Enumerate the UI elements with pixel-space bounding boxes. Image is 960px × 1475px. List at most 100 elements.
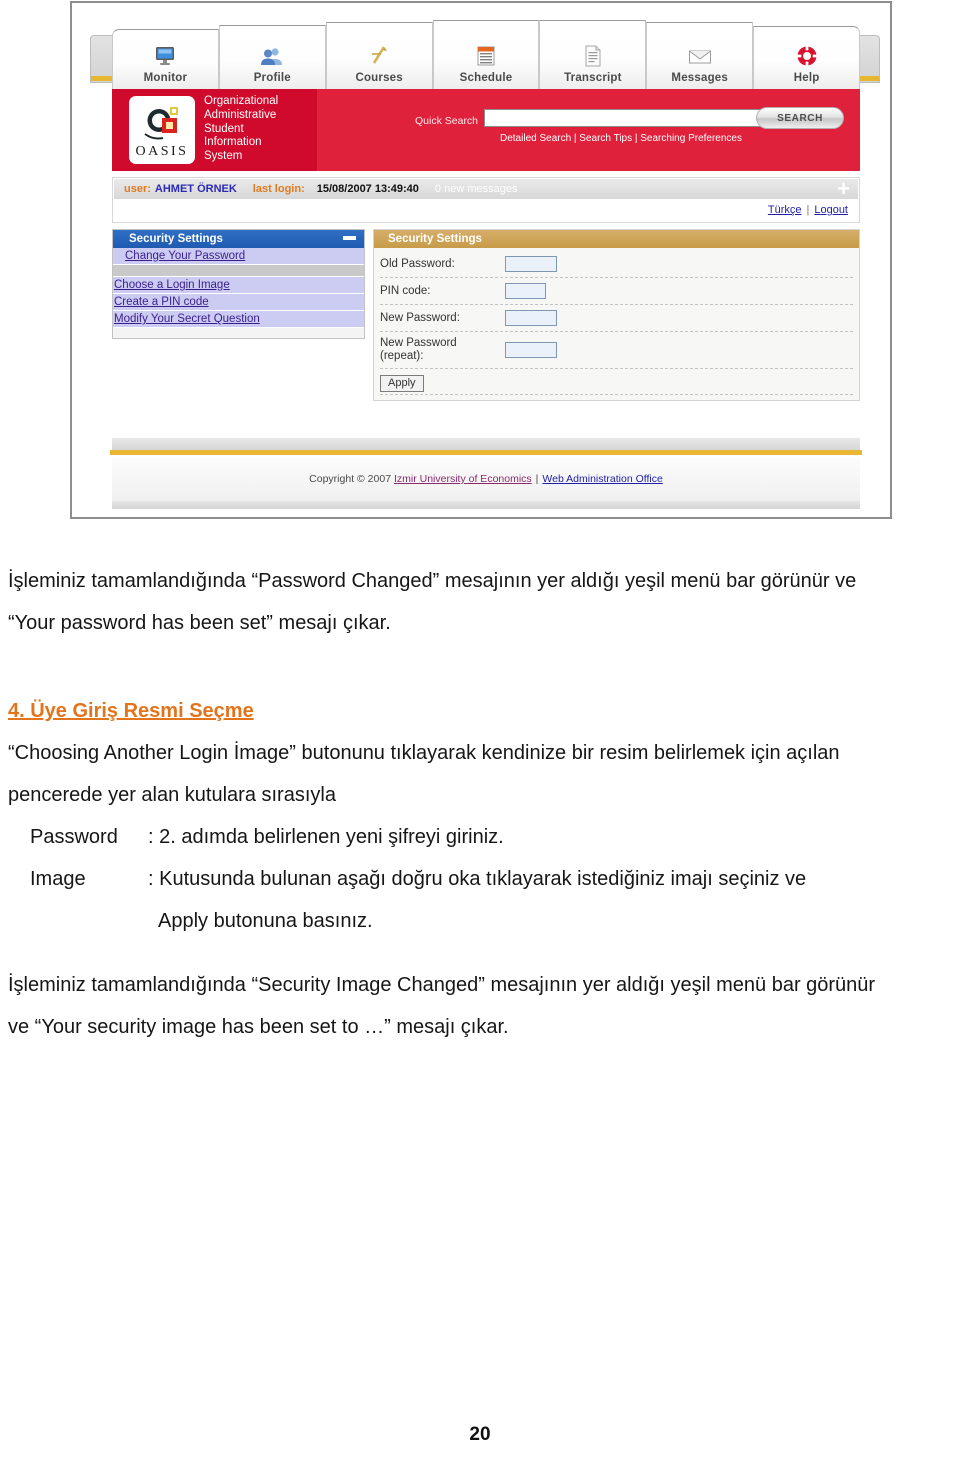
tab-label: Profile (253, 72, 291, 84)
paragraph-password-changed-line1: İşleminiz tamamlandığında “Password Chan… (8, 570, 857, 592)
section-heading-4: 4. Üye Giriş Resmi Seçme (8, 700, 254, 722)
user-name: AHMET ÖRNEK (154, 183, 237, 195)
definition-row-image-cont: Apply butonuna basınız. (8, 900, 952, 942)
envelope-icon (688, 42, 712, 70)
paragraph-security-image-changed-line1: İşleminiz tamamlandığında “Security Imag… (8, 974, 876, 996)
footer-top-strip (112, 438, 860, 450)
pen-icon (368, 42, 390, 70)
definition-key: Password (30, 826, 118, 848)
tab-messages[interactable]: Messages (646, 22, 754, 89)
pin-code-input[interactable] (505, 283, 546, 299)
menu-link[interactable]: Modify Your Secret Question (114, 313, 260, 325)
user-info-row: user: AHMET ÖRNEK last login: 15/08/2007… (114, 178, 858, 200)
user-info-bar: user: AHMET ÖRNEK last login: 15/08/2007… (112, 177, 860, 223)
menu-item-modify-secret-question[interactable]: Modify Your Secret Question (113, 311, 364, 328)
old-password-input[interactable] (505, 256, 557, 272)
tab-label: Messages (671, 72, 729, 84)
menu-link[interactable]: Create a PIN code (114, 296, 209, 308)
language-link[interactable]: Türkçe (768, 204, 802, 216)
menu-divider-row (113, 265, 364, 277)
brand-header-band: OASIS Organizational Administrative Stud… (112, 89, 860, 171)
tab-help[interactable]: Help (753, 26, 861, 89)
paragraph-choose-image-line1: “Choosing Another Login İmage” butonunu … (8, 742, 840, 764)
university-link[interactable]: Izmir University of Economics (394, 473, 532, 485)
field-label: PIN code: (380, 284, 431, 297)
logout-link[interactable]: Logout (814, 204, 848, 216)
page-number: 20 (469, 1424, 491, 1445)
action-separator: | (806, 204, 810, 216)
definition-key: Image (30, 868, 86, 890)
tab-courses[interactable]: Courses (325, 22, 433, 89)
web-admin-office-link[interactable]: Web Administration Office (542, 473, 662, 485)
quick-search-label: Quick Search (415, 115, 479, 127)
form-row-old-password: Old Password: (380, 251, 853, 278)
copyright-text: Copyright © 2007 (309, 473, 392, 485)
security-form: Old Password: PIN code: New Password: Ne… (374, 248, 859, 400)
definition-row-image: Image : Kutusunda bulunan aşağı doğru ok… (8, 858, 952, 900)
tab-label: Monitor (143, 72, 188, 84)
footer-copyright: Copyright © 2007 Izmir University of Eco… (112, 457, 860, 501)
new-password-repeat-input[interactable] (505, 342, 557, 358)
paragraph-password-changed-line2: “Your password has been set” mesajı çıka… (8, 612, 391, 634)
document-body: İşleminiz tamamlandığında “Password Chan… (8, 560, 952, 1048)
footer-separator: | (535, 473, 539, 485)
menu-item-change-password[interactable]: Change Your Password (113, 248, 364, 265)
user-label: user: (124, 183, 151, 195)
menu-item-choose-login-image[interactable]: Choose a Login Image (113, 277, 364, 294)
footer-bottom-strip (112, 501, 860, 509)
right-panel-header: Security Settings (374, 230, 859, 248)
menu-link[interactable]: Change Your Password (125, 250, 245, 262)
apply-button[interactable]: Apply (380, 375, 424, 392)
tabbar-left-gold-rule (91, 76, 113, 81)
tab-label: Courses (355, 72, 403, 84)
tab-label: Schedule (459, 72, 513, 84)
form-row-apply: Apply (380, 369, 853, 395)
menu-link[interactable]: Choose a Login Image (114, 279, 230, 291)
oasis-logo: OASIS (129, 96, 195, 164)
left-panel-header: Security Settings (113, 230, 364, 248)
menu-bottom-filler (113, 328, 364, 338)
field-label: New Password: (380, 311, 460, 324)
tab-label: Transcript (564, 72, 622, 84)
tabbar-right-gold-rule (857, 76, 879, 81)
menu-item-create-pin-code[interactable]: Create a PIN code (113, 294, 364, 311)
definition-row-password: Password : 2. adımda belirlenen yeni şif… (8, 816, 952, 858)
footer-gold-rule (110, 450, 862, 455)
quick-search-input[interactable] (484, 109, 772, 127)
system-name-text: Organizational Administrative Student In… (204, 95, 279, 163)
tab-label: Help (793, 72, 820, 84)
left-panel-title: Security Settings (129, 233, 223, 245)
form-row-pin-code: PIN code: (380, 278, 853, 305)
people-icon (260, 42, 284, 70)
lifebuoy-icon (796, 42, 818, 70)
user-actions-row: Türkçe | Logout (114, 199, 858, 221)
tab-monitor[interactable]: Monitor (112, 29, 219, 89)
tab-schedule[interactable]: Schedule (432, 20, 540, 89)
form-row-new-password: New Password: (380, 305, 853, 332)
new-password-input[interactable] (505, 310, 557, 326)
last-login-value: 15/08/2007 13:49:40 (316, 183, 419, 195)
search-helper-links[interactable]: Detailed Search | Search Tips | Searchin… (500, 133, 742, 144)
definition-value: Apply butonuna basınız. (158, 910, 373, 932)
document-icon (583, 42, 603, 70)
paragraph-choose-image-line2: pencerede yer alan kutulara sırasıyla (8, 784, 336, 806)
security-settings-menu-panel: Security Settings Change Your Password C… (112, 229, 365, 339)
right-panel-title: Security Settings (388, 233, 482, 245)
field-label: Old Password: (380, 257, 455, 270)
search-button[interactable]: SEARCH (756, 107, 844, 129)
form-row-new-password-repeat: New Password (repeat): (380, 332, 853, 369)
plus-icon[interactable]: + (837, 178, 850, 200)
tab-profile[interactable]: Profile (218, 25, 326, 89)
section-gap-2 (8, 942, 952, 964)
tab-transcript[interactable]: Transcript (539, 20, 647, 89)
security-settings-form-panel: Security Settings Old Password: PIN code… (373, 229, 860, 401)
new-messages-count[interactable]: 0 new messages (435, 183, 518, 195)
tabbar-left-endcap (90, 35, 114, 83)
minus-icon[interactable] (343, 236, 356, 240)
oasis-logo-wordmark: OASIS (135, 144, 189, 159)
main-navigation-tabs: Monitor Profile Courses Schedule Transcr… (88, 11, 882, 89)
monitor-icon (154, 42, 176, 70)
paragraph-security-image-changed-line2: ve “Your security image has been set to … (8, 1016, 509, 1038)
definition-key (8, 900, 148, 942)
